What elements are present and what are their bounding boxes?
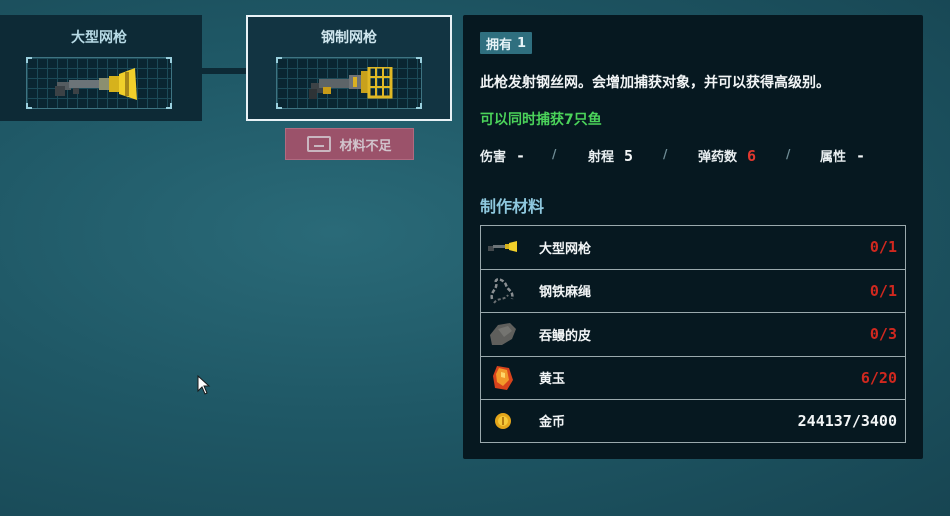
steel-rope-icon	[484, 270, 522, 313]
material-name: 吞鳗的皮	[539, 328, 592, 344]
craft-button[interactable]: 材料不足	[285, 128, 414, 160]
stat-value: -	[856, 146, 866, 165]
craft-button-label: 材料不足	[339, 138, 392, 154]
materials-table: 大型网枪 0/1 钢铁麻绳 0/1 吞鳗的皮 0/3 黄玉 6/20 金币 24…	[480, 225, 906, 443]
material-count: 244137/3400	[797, 411, 897, 430]
material-count: 0/1	[869, 281, 897, 300]
mouse-cursor-icon	[197, 375, 211, 395]
stat-label: 伤害	[480, 150, 507, 165]
node-title: 钢制网枪	[321, 30, 377, 46]
topaz-icon	[484, 357, 522, 400]
stat-separator: /	[663, 147, 668, 161]
material-name: 黄玉	[539, 372, 566, 388]
material-name: 大型网枪	[539, 241, 592, 257]
stat-separator: /	[552, 147, 557, 161]
owned-badge: 拥有 1	[480, 32, 533, 54]
material-count: 6/20	[860, 368, 897, 387]
large-net-gun-icon	[484, 226, 522, 269]
owned-label: 拥有	[486, 37, 513, 53]
gold-coin-icon	[484, 400, 522, 442]
item-slot	[276, 57, 422, 109]
stat-value: -	[516, 146, 526, 165]
material-name: 金币	[539, 415, 566, 431]
stat-label: 属性	[820, 150, 847, 165]
materials-title: 制作材料	[480, 197, 545, 216]
material-count: 0/3	[869, 325, 897, 344]
material-row: 黄玉 6/20	[480, 355, 906, 400]
stat-ammo: 弹药数 6	[698, 146, 757, 166]
item-description: 此枪发射钢丝网。会增加捕获对象，并可以获得高级别。	[480, 75, 830, 91]
eel-skin-icon	[484, 313, 522, 356]
tree-connector	[202, 68, 246, 74]
stat-label: 射程	[588, 150, 615, 165]
stat-damage: 伤害 -	[480, 146, 526, 166]
material-row: 大型网枪 0/1	[480, 225, 906, 269]
stat-value: 6	[747, 146, 757, 165]
steel-net-gun-icon	[309, 67, 393, 99]
catch-capacity: 可以同时捕获7只鱼	[480, 112, 602, 128]
stat-value: 5	[624, 146, 634, 165]
tree-node-steel-net-gun[interactable]: 钢制网枪	[246, 15, 452, 121]
owned-count: 1	[517, 35, 527, 51]
material-row: 金币 244137/3400	[480, 399, 906, 443]
material-count: 0/1	[869, 238, 897, 257]
material-row: 吞鳗的皮 0/3	[480, 312, 906, 356]
tree-node-large-net-gun[interactable]: 大型网枪	[0, 15, 202, 121]
material-row: 钢铁麻绳 0/1	[480, 268, 906, 313]
stat-range: 射程 5	[588, 146, 634, 166]
material-name: 钢铁麻绳	[539, 285, 592, 301]
large-net-gun-icon	[55, 68, 137, 100]
stat-attribute: 属性 -	[820, 146, 866, 166]
item-details-panel: 拥有 1 此枪发射钢丝网。会增加捕获对象，并可以获得高级别。 可以同时捕获7只鱼…	[463, 15, 923, 459]
item-slot	[26, 57, 172, 109]
stats-row: 伤害 - / 射程 5 / 弹药数 6 / 属性 -	[480, 146, 905, 166]
stat-separator: /	[786, 147, 791, 161]
stat-label: 弹药数	[698, 150, 738, 165]
keyboard-key-icon	[307, 136, 332, 152]
node-title: 大型网枪	[71, 30, 127, 46]
